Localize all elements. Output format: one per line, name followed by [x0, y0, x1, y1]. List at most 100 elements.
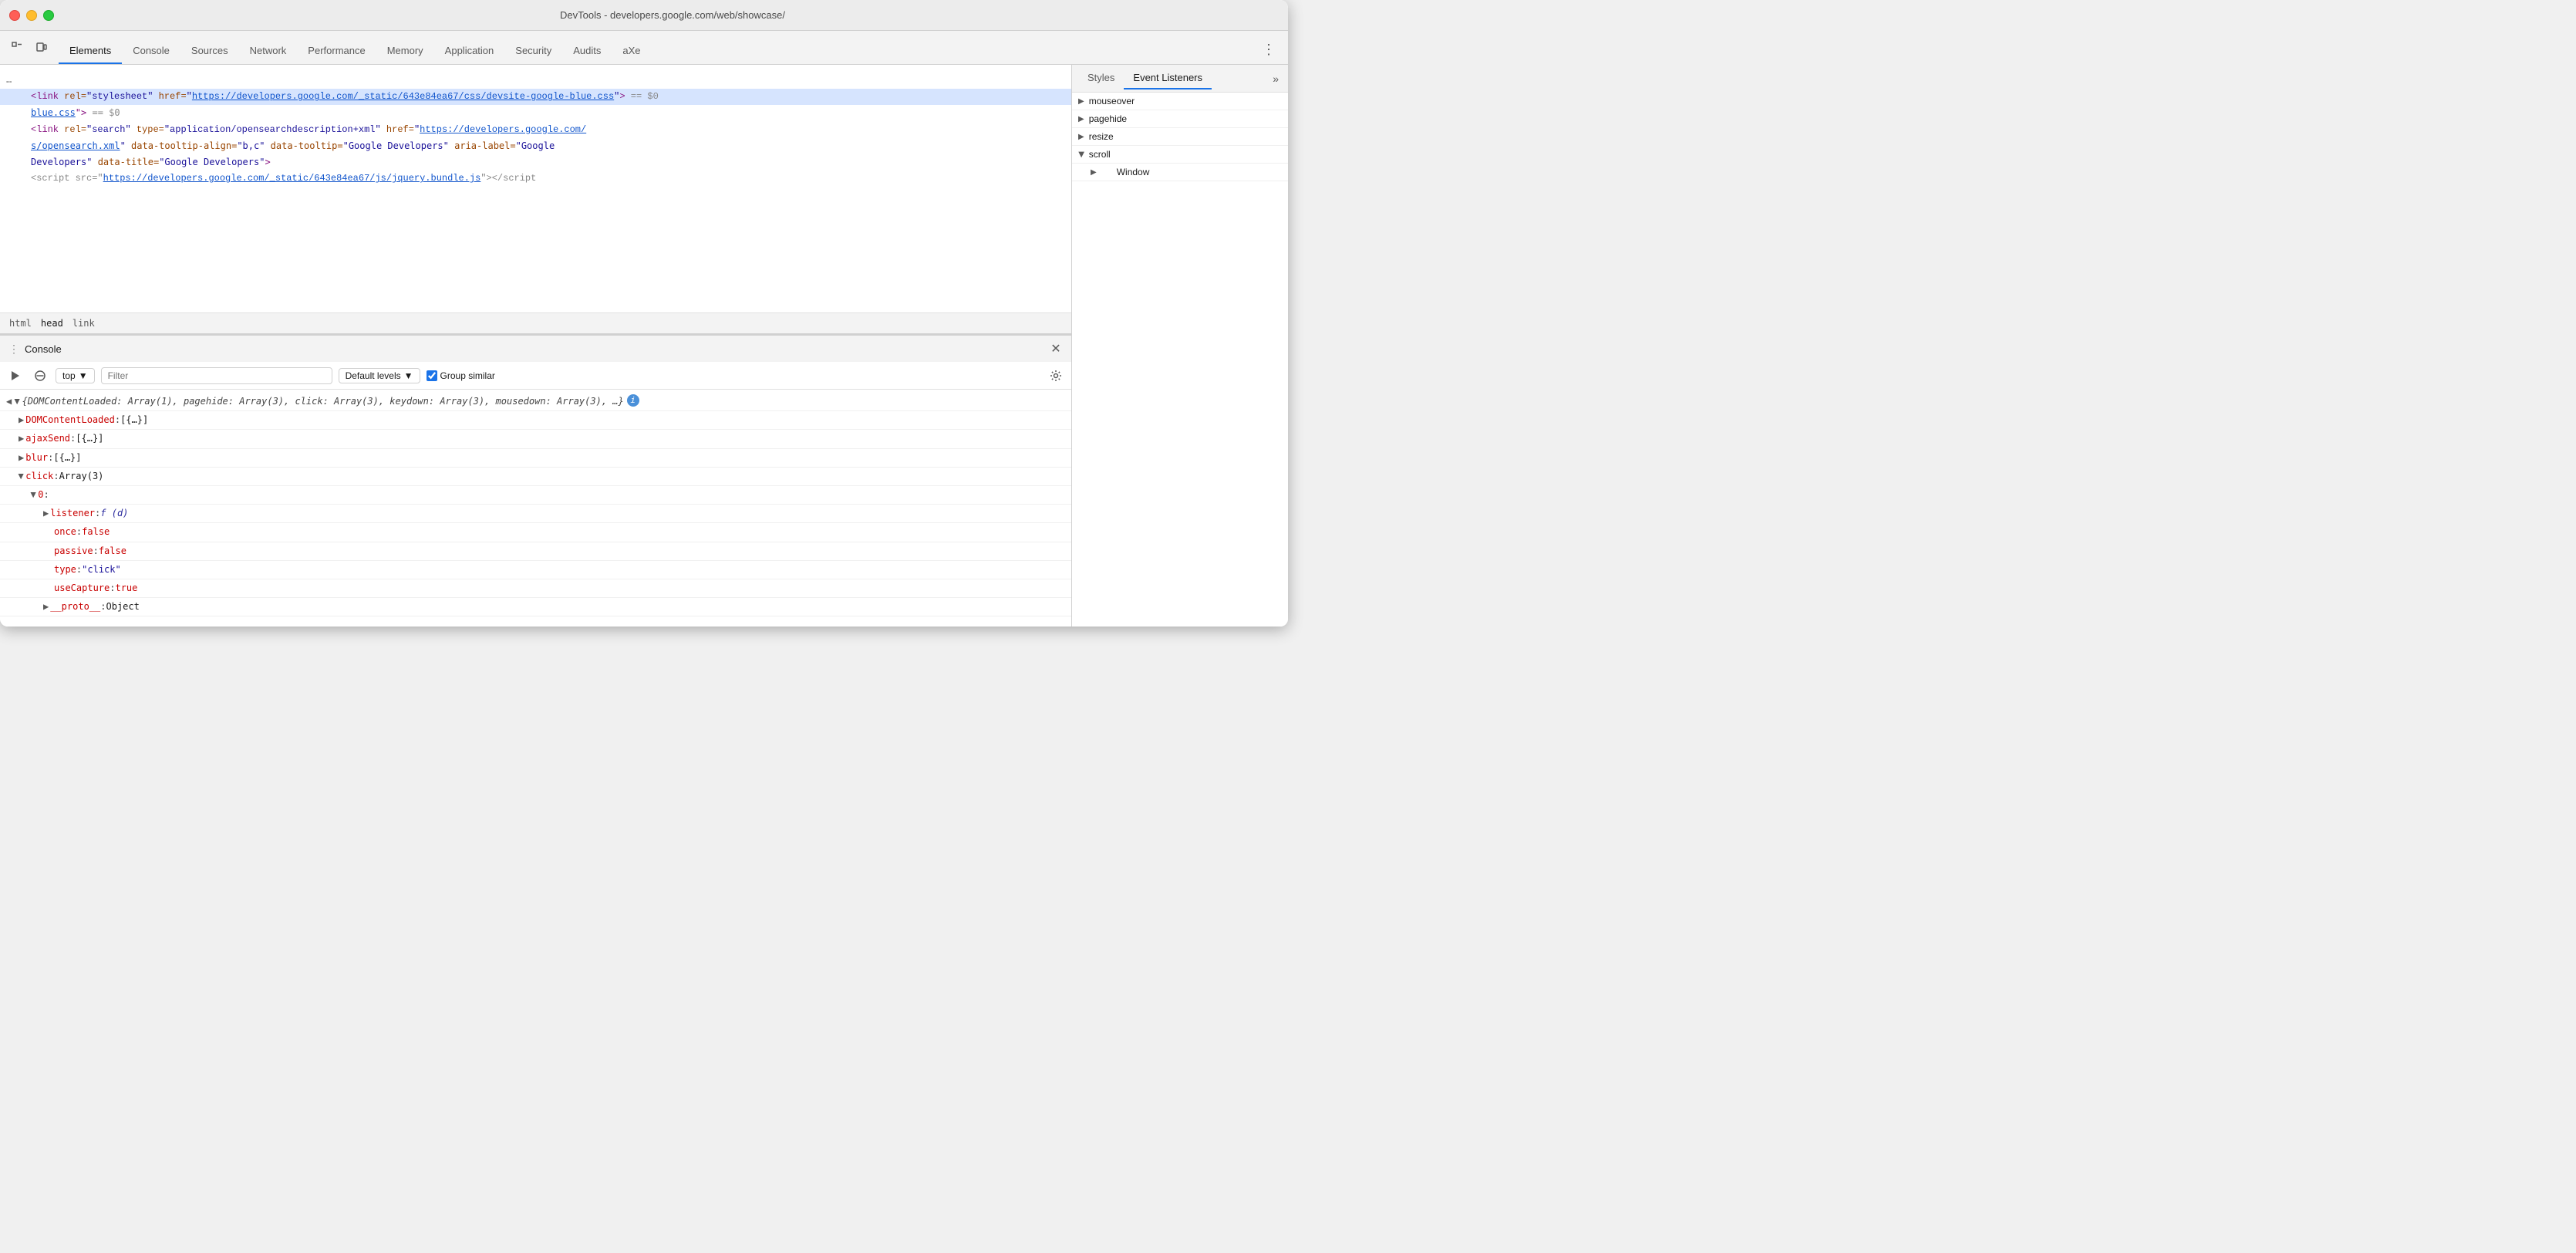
expand-listener[interactable]: ▶ [43, 506, 49, 521]
tab-event-listeners[interactable]: Event Listeners [1124, 67, 1212, 90]
inspect-element-icon[interactable] [6, 36, 28, 58]
levels-dropdown-icon: ▼ [404, 370, 413, 381]
prop-click[interactable]: ▶ click: Array(3) [0, 468, 1071, 486]
right-content: ▶ mouseover ▶ pagehide ▶ resize ▶ scroll… [1072, 93, 1288, 626]
tab-styles[interactable]: Styles [1078, 67, 1124, 90]
prop-proto[interactable]: ▶ __proto__: Object [0, 598, 1071, 616]
expand-resize-icon[interactable]: ▶ [1078, 133, 1084, 141]
ellipsis-line: … [0, 71, 1071, 89]
tab-memory[interactable]: Memory [376, 39, 434, 64]
prop-domcontentloaded[interactable]: ▶ DOMContentLoaded: [{…}] [0, 411, 1071, 430]
event-pagehide[interactable]: ▶ pagehide [1072, 110, 1288, 128]
tag-link1: <link [31, 91, 64, 102]
event-mouseover-label: mouseover [1089, 96, 1135, 106]
console-title: Console [25, 343, 62, 355]
expand-mouseover-icon[interactable]: ▶ [1078, 97, 1084, 106]
breadcrumb-html[interactable]: html [6, 316, 35, 330]
titlebar: DevTools - developers.google.com/web/sho… [0, 0, 1288, 31]
right-panel-tabs: Styles Event Listeners » [1072, 65, 1288, 93]
console-back-nav: ◀ ▶ {DOMContentLoaded: Array(1), pagehid… [0, 393, 1071, 411]
devtools-window: DevTools - developers.google.com/web/sho… [0, 0, 1288, 626]
console-output[interactable]: ◀ ▶ {DOMContentLoaded: Array(1), pagehid… [0, 390, 1071, 626]
console-drag-handle[interactable]: ⋮ [6, 341, 22, 356]
group-similar-input[interactable] [427, 370, 437, 381]
tab-application[interactable]: Application [434, 39, 505, 64]
event-resize[interactable]: ▶ resize [1072, 128, 1288, 146]
clear-console-icon[interactable] [31, 366, 49, 385]
html-line-2c: Developers" data-title="Google Developer… [0, 154, 1071, 171]
prop-usecapture: useCapture: true [0, 579, 1071, 598]
tab-axe[interactable]: aXe [612, 39, 651, 64]
console-close-button[interactable]: ✕ [1047, 339, 1065, 358]
context-dropdown-icon: ▼ [79, 370, 88, 381]
prop-passive: passive: false [0, 542, 1071, 561]
prop-click-0[interactable]: ▶ 0: [0, 486, 1071, 505]
maximize-button[interactable] [43, 10, 54, 21]
html-line-2b: s/opensearch.xml" data-tooltip-align="b,… [0, 138, 1071, 154]
event-pagehide-label: pagehide [1089, 113, 1127, 124]
breadcrumb-link[interactable]: link [69, 316, 98, 330]
event-mouseover[interactable]: ▶ mouseover [1072, 93, 1288, 110]
window-title: DevTools - developers.google.com/web/sho… [66, 9, 1279, 21]
elements-area[interactable]: … <link rel="stylesheet" href="https://d… [0, 65, 1071, 312]
event-resize-label: resize [1089, 131, 1114, 142]
event-window-label: Window [1101, 167, 1150, 177]
tab-network[interactable]: Network [239, 39, 298, 64]
expand-blur[interactable]: ▶ [19, 451, 24, 465]
console-header: ⋮ Console ✕ [0, 334, 1071, 362]
group-similar-checkbox[interactable]: Group similar [427, 370, 495, 381]
prop-once: once: false [0, 523, 1071, 542]
prop-type: type: "click" [0, 561, 1071, 579]
log-levels-selector[interactable]: Default levels ▼ [339, 368, 420, 383]
minimize-button[interactable] [26, 10, 37, 21]
devtools-tabbar: Elements Console Sources Network Perform… [0, 31, 1288, 65]
right-panel: Styles Event Listeners » ▶ mouseover ▶ p… [1072, 65, 1288, 626]
tab-security[interactable]: Security [504, 39, 562, 64]
tab-icons [6, 36, 52, 64]
prop-ajaxsend[interactable]: ▶ ajaxSend: [{…}] [0, 430, 1071, 448]
expand-click[interactable]: ▶ [14, 474, 29, 479]
expand-pagehide-icon[interactable]: ▶ [1078, 115, 1084, 123]
tab-sources[interactable]: Sources [180, 39, 239, 64]
event-scroll-label: scroll [1089, 149, 1111, 160]
more-right-tabs-icon[interactable]: » [1269, 69, 1282, 88]
left-panel: … <link rel="stylesheet" href="https://d… [0, 65, 1072, 626]
expand-proto[interactable]: ▶ [43, 599, 49, 614]
tab-audits[interactable]: Audits [562, 39, 612, 64]
breadcrumb: html head link [0, 312, 1071, 333]
levels-label: Default levels [346, 370, 401, 381]
event-scroll-window[interactable]: ▶ Window [1072, 164, 1288, 181]
expand-ajaxsend[interactable]: ▶ [19, 431, 24, 446]
html-line-1b: blue.css"> == $0 [0, 105, 1071, 121]
html-line-1[interactable]: <link rel="stylesheet" href="https://dev… [0, 89, 1071, 105]
expand-domcontentloaded[interactable]: ▶ [19, 413, 24, 427]
console-panel: ⋮ Console ✕ [0, 333, 1071, 626]
more-tabs-icon[interactable]: ⋮ [1256, 35, 1282, 64]
expand-scroll-icon[interactable]: ▶ [1077, 151, 1085, 157]
expand-main-object[interactable]: ▶ [10, 399, 25, 404]
event-scroll[interactable]: ▶ scroll [1072, 146, 1288, 164]
traffic-lights [9, 10, 54, 21]
tab-elements[interactable]: Elements [59, 39, 122, 64]
device-toolbar-icon[interactable] [31, 36, 52, 58]
devtools-tabs-list: Elements Console Sources Network Perform… [59, 39, 1256, 64]
prop-blur[interactable]: ▶ blur: [{…}] [0, 449, 1071, 468]
execute-script-icon[interactable] [6, 366, 25, 385]
main-object-text: {DOMContentLoaded: Array(1), pagehide: A… [22, 394, 623, 409]
expand-window-icon[interactable]: ▶ [1091, 168, 1097, 177]
console-settings-icon[interactable] [1047, 366, 1065, 385]
console-toolbar: top ▼ Default levels ▼ Group similar [0, 362, 1071, 390]
expand-click-0[interactable]: ▶ [26, 492, 41, 498]
console-filter-input[interactable] [101, 367, 332, 384]
tab-performance[interactable]: Performance [297, 39, 376, 64]
tab-console[interactable]: Console [122, 39, 180, 64]
info-icon: i [627, 394, 639, 407]
context-selector[interactable]: top ▼ [56, 368, 95, 383]
prop-listener[interactable]: ▶ listener: f (d) [0, 505, 1071, 523]
breadcrumb-head[interactable]: head [38, 316, 66, 330]
close-button[interactable] [9, 10, 20, 21]
context-value: top [62, 370, 76, 381]
html-line-2[interactable]: <link rel="search" type="application/ope… [0, 122, 1071, 138]
html-line-3[interactable]: <script src="https://developers.google.c… [0, 171, 1071, 187]
group-similar-label: Group similar [440, 370, 495, 381]
